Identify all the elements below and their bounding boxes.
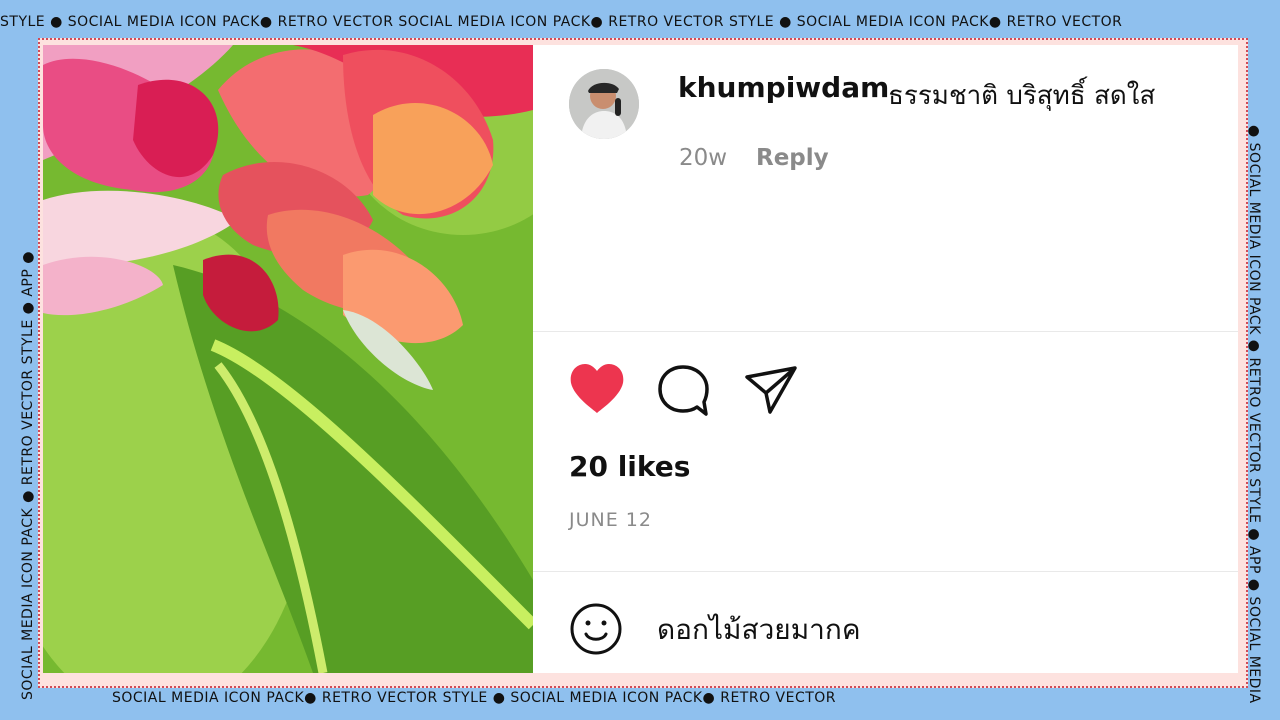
reply-button[interactable]: Reply xyxy=(756,145,829,171)
likes-count: 20 likes xyxy=(569,450,691,483)
flower-photo-illustration xyxy=(43,45,533,673)
comment-input[interactable] xyxy=(655,608,1199,652)
left-frame-text: SOCIAL MEDIA ICON PACK ● RETRO VECTOR ST… xyxy=(20,251,36,700)
post-photo[interactable] xyxy=(43,45,533,673)
emoji-icon[interactable] xyxy=(568,601,624,657)
send-icon[interactable] xyxy=(743,362,799,418)
bottom-frame-text: SOCIAL MEDIA ICON PACK● RETRO VECTOR STY… xyxy=(112,690,837,706)
section-divider-top xyxy=(533,331,1238,332)
avatar-image xyxy=(569,69,639,139)
post-card: khumpiwdam ธรรมชาติ บริสุทธิ์ สดใส 20w R… xyxy=(43,45,1238,673)
username[interactable]: khumpiwdam xyxy=(678,71,889,104)
caption-text: ธรรมชาติ บริสุทธิ์ สดใส xyxy=(888,81,1156,111)
post-date: JUNE 12 xyxy=(569,509,652,531)
comment-bubble-icon[interactable] xyxy=(655,362,711,418)
comment-time: 20w xyxy=(679,145,728,171)
top-frame-text: STYLE ● SOCIAL MEDIA ICON PACK● RETRO VE… xyxy=(0,14,1123,30)
user-avatar[interactable] xyxy=(569,69,639,139)
heart-icon[interactable] xyxy=(569,363,625,417)
right-frame-text: ● SOCIAL MEDIA ICON PACK ● RETRO VECTOR … xyxy=(1246,125,1262,704)
section-divider-bottom xyxy=(533,571,1238,572)
